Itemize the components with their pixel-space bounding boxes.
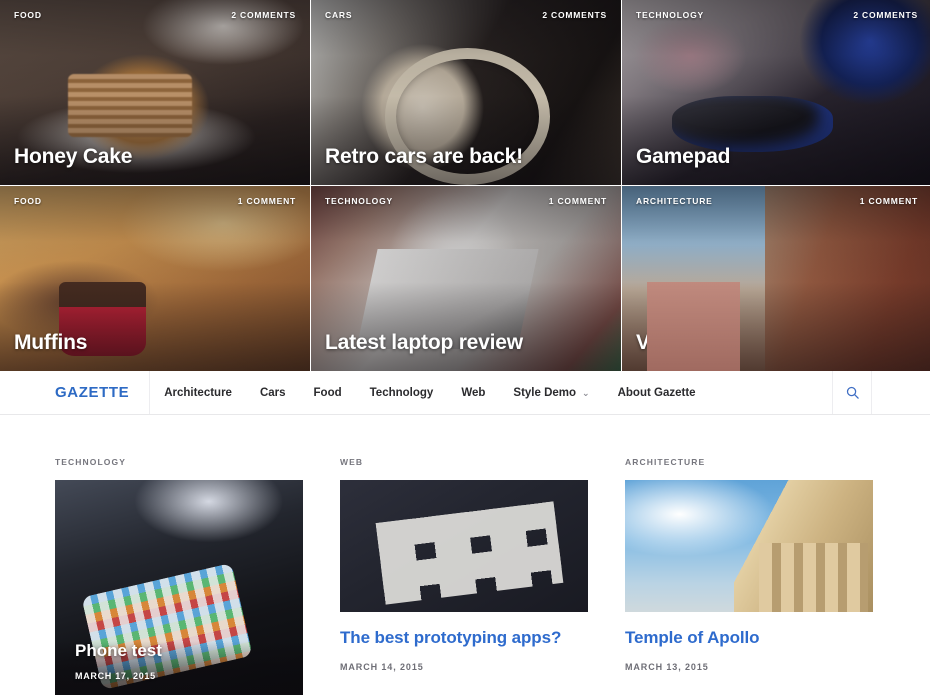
article-date: MARCH 13, 2015 [625, 662, 709, 672]
featured-tile-grid: FOOD 2 COMMENTS Honey Cake CARS 2 COMMEN… [0, 0, 930, 371]
featured-tile-title[interactable]: Gamepad [636, 145, 918, 168]
search-button[interactable] [832, 371, 872, 414]
nav-item-label: Food [313, 386, 342, 399]
featured-tile-meta: TECHNOLOGY 1 COMMENT [311, 196, 621, 206]
article-title[interactable]: The best prototyping apps? [340, 628, 588, 648]
article-card: TECHNOLOGY Phone test MARCH 17, 2015 [55, 457, 303, 695]
article-overlay-caption: Phone test MARCH 17, 2015 [55, 641, 303, 695]
featured-tile[interactable]: ARCHITECTURE 1 COMMENT Venice [622, 186, 930, 371]
featured-tile-meta: FOOD 1 COMMENT [0, 196, 310, 206]
nav-item-label: Style Demo [513, 386, 577, 399]
nav-item-label: Cars [259, 386, 286, 399]
featured-tile[interactable]: FOOD 1 COMMENT Muffins [0, 186, 310, 371]
nav-item-web[interactable]: Web [447, 371, 499, 414]
featured-tile-title[interactable]: Muffins [14, 331, 296, 354]
featured-tile-category[interactable]: ARCHITECTURE [636, 196, 713, 206]
nav-links: Architecture Cars Food Technology Web St… [150, 371, 832, 414]
featured-tile-category[interactable]: FOOD [14, 196, 42, 206]
nav-right-spacer [872, 371, 930, 414]
nav-item-technology[interactable]: Technology [356, 371, 448, 414]
article-category[interactable]: WEB [340, 457, 588, 467]
nav-item-food[interactable]: Food [300, 371, 356, 414]
article-category[interactable]: TECHNOLOGY [55, 457, 303, 467]
article-date: MARCH 17, 2015 [75, 671, 156, 681]
featured-tile[interactable]: CARS 2 COMMENTS Retro cars are back! [311, 0, 621, 185]
article-thumbnail[interactable] [625, 480, 873, 612]
featured-tile-comment-count[interactable]: 1 COMMENT [860, 196, 918, 206]
site-logo[interactable]: GAZETTE [0, 371, 151, 414]
featured-tile-comment-count[interactable]: 2 COMMENTS [542, 10, 607, 20]
featured-tile[interactable]: TECHNOLOGY 1 COMMENT Latest laptop revie… [311, 186, 621, 371]
article-card: WEB The best prototyping apps? MARCH 14,… [340, 457, 588, 695]
featured-tile-meta: FOOD 2 COMMENTS [0, 10, 310, 20]
featured-tile-comment-count[interactable]: 2 COMMENTS [231, 10, 296, 20]
article-photo [340, 480, 588, 612]
featured-tile[interactable]: FOOD 2 COMMENTS Honey Cake [0, 0, 310, 185]
article-list: TECHNOLOGY Phone test MARCH 17, 2015 WEB… [0, 415, 930, 695]
featured-tile-meta: CARS 2 COMMENTS [311, 10, 621, 20]
featured-tile-title[interactable]: Honey Cake [14, 145, 296, 168]
search-icon [846, 386, 859, 399]
nav-item-about-gazette[interactable]: About Gazette [604, 371, 710, 414]
nav-item-label: Architecture [164, 386, 232, 399]
featured-tile[interactable]: TECHNOLOGY 2 COMMENTS Gamepad [622, 0, 930, 185]
article-title[interactable]: Temple of Apollo [625, 628, 873, 648]
nav-item-label: Technology [369, 386, 434, 399]
featured-tile-category[interactable]: CARS [325, 10, 352, 20]
featured-tile-meta: TECHNOLOGY 2 COMMENTS [622, 10, 930, 20]
chevron-down-icon: ⌄ [582, 388, 590, 398]
article-photo [625, 480, 873, 612]
article-thumbnail[interactable]: Phone test MARCH 17, 2015 [55, 480, 303, 695]
article-card: ARCHITECTURE Temple of Apollo MARCH 13, … [625, 457, 873, 695]
featured-tile-comment-count[interactable]: 1 COMMENT [238, 196, 296, 206]
article-thumbnail[interactable] [340, 480, 588, 612]
featured-tile-title[interactable]: Latest laptop review [325, 331, 607, 354]
nav-item-architecture[interactable]: Architecture [150, 371, 246, 414]
featured-tile-comment-count[interactable]: 2 COMMENTS [853, 10, 918, 20]
featured-tile-category[interactable]: TECHNOLOGY [325, 196, 393, 206]
article-category[interactable]: ARCHITECTURE [625, 457, 873, 467]
featured-tile-title[interactable]: Retro cars are back! [325, 145, 607, 168]
article-card-row: TECHNOLOGY Phone test MARCH 17, 2015 WEB… [0, 457, 930, 695]
nav-item-style-demo[interactable]: Style Demo ⌄ [499, 371, 603, 414]
nav-item-label: Web [461, 386, 486, 399]
article-date: MARCH 14, 2015 [340, 662, 424, 672]
featured-tile-meta: ARCHITECTURE 1 COMMENT [622, 196, 930, 206]
featured-tile-comment-count[interactable]: 1 COMMENT [549, 196, 607, 206]
main-navigation-bar: GAZETTE Architecture Cars Food Technolog… [0, 371, 930, 415]
nav-item-cars[interactable]: Cars [246, 371, 300, 414]
nav-item-label: About Gazette [617, 386, 696, 399]
featured-tile-category[interactable]: FOOD [14, 10, 42, 20]
featured-tile-category[interactable]: TECHNOLOGY [636, 10, 704, 20]
article-title[interactable]: Phone test [75, 641, 283, 661]
